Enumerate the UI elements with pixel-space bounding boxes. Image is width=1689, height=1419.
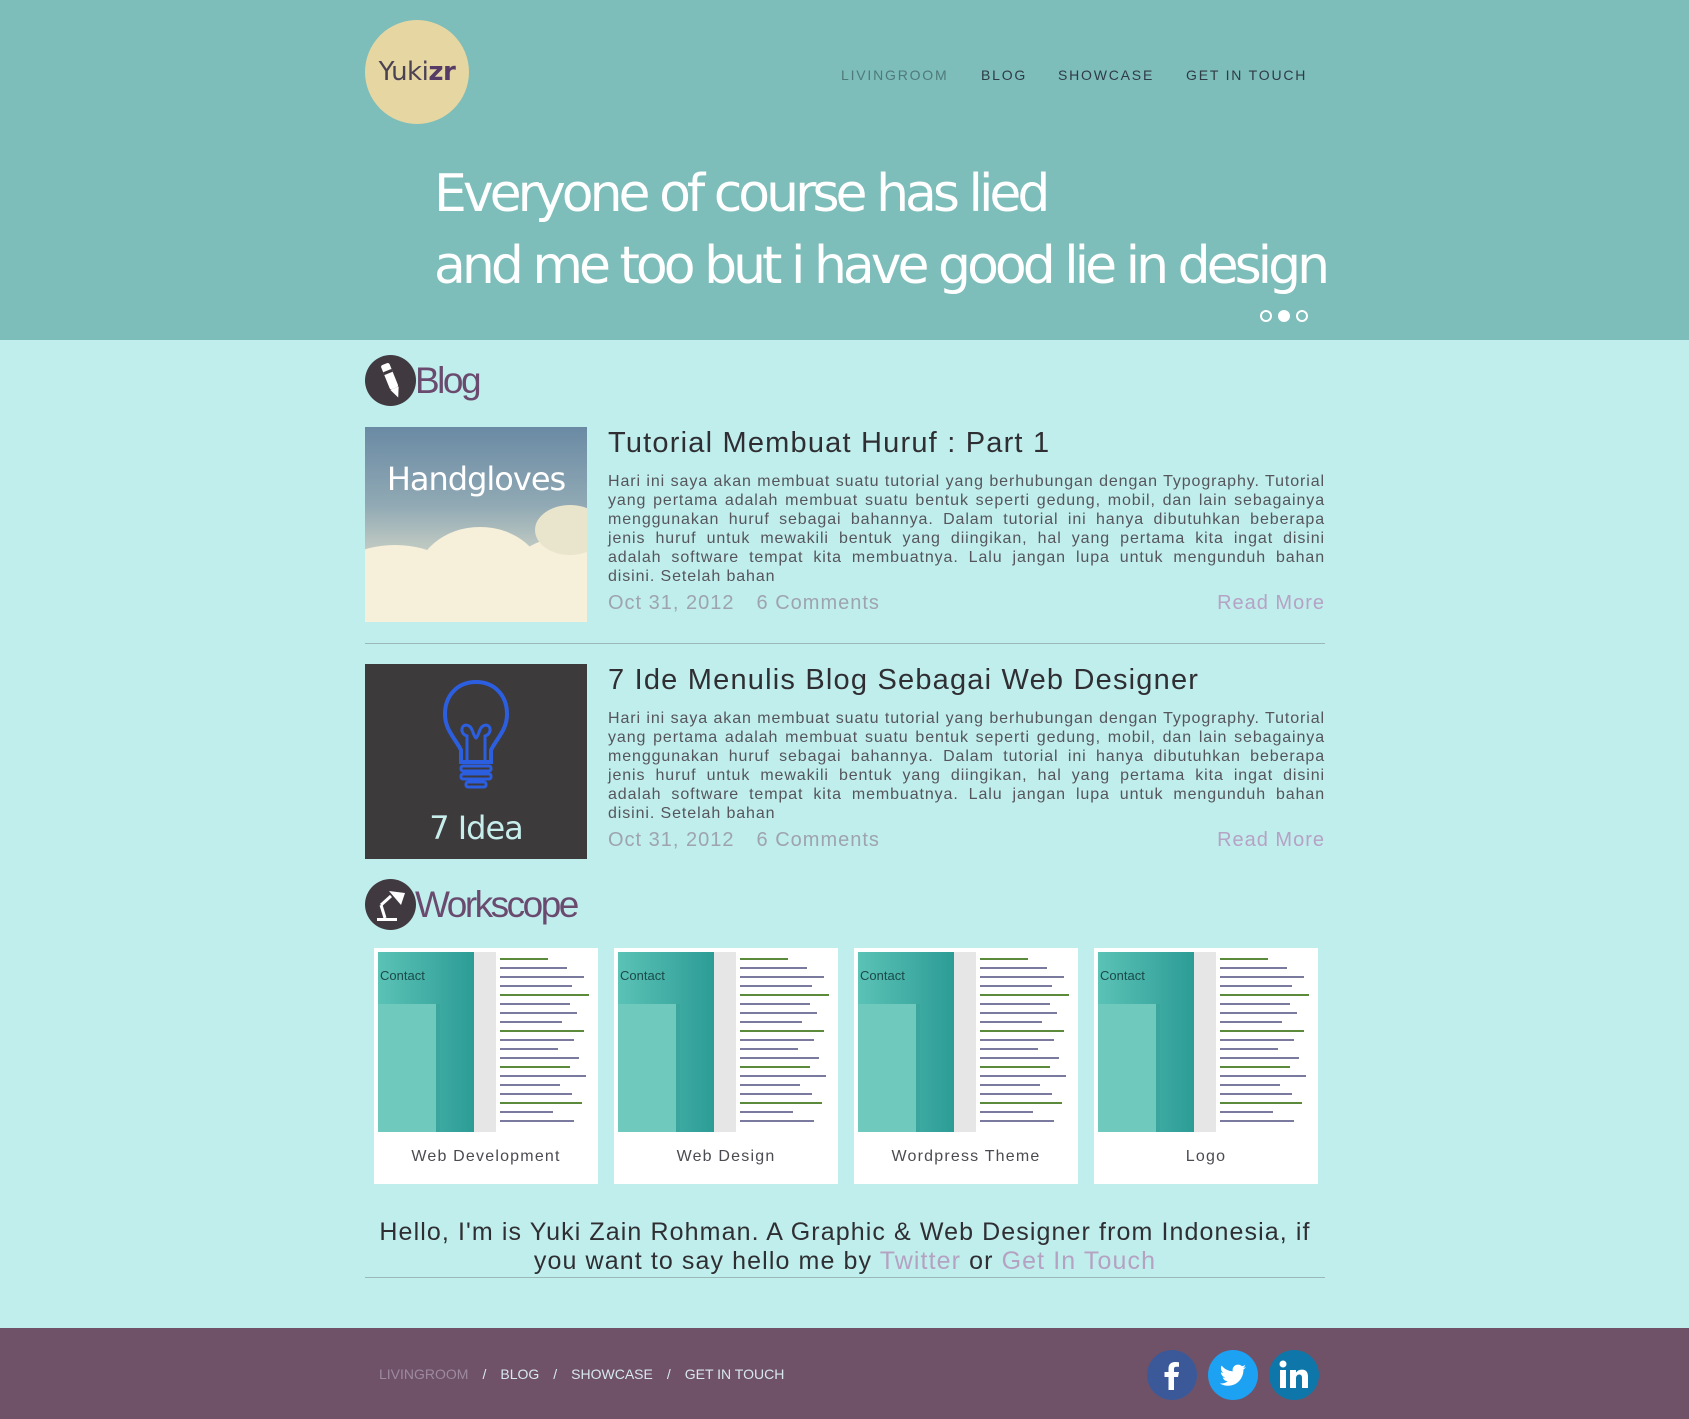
workscope-item[interactable]: Contact Web Development — [374, 948, 598, 1184]
nav-item-get-in-touch[interactable]: GET IN TOUCH — [1186, 67, 1307, 83]
intro-divider — [365, 1277, 1325, 1278]
blog-section-title: Blog — [415, 359, 482, 401]
intro-text: Hello, I'm is Yuki Zain Rohman. A Graphi… — [365, 1218, 1325, 1276]
workscope-item[interactable]: Contact Web Design — [614, 948, 838, 1184]
post-comments-link[interactable]: 6 Comments — [757, 592, 880, 614]
workscope-label: Wordpress Theme — [891, 1148, 1041, 1165]
footer-nav-showcase[interactable]: SHOWCASE — [571, 1366, 653, 1382]
read-more-link[interactable]: Read More — [1217, 592, 1325, 615]
post-date: Oct 31, 2012 — [608, 592, 735, 614]
intro-text-or: or — [969, 1247, 994, 1275]
workscope-screenshot: Contact — [1098, 952, 1314, 1132]
workscope-label: Web Development — [411, 1148, 561, 1165]
footer-nav-separator: / — [482, 1366, 487, 1382]
post-title-link[interactable]: Tutorial Membuat Huruf : Part 1 — [608, 427, 1050, 460]
read-more-link[interactable]: Read More — [1217, 829, 1325, 852]
nav-item-showcase[interactable]: SHOWCASE — [1058, 67, 1154, 83]
post-date: Oct 31, 2012 — [608, 829, 735, 851]
pen-icon — [365, 355, 416, 406]
post-thumbnail[interactable]: Handgloves — [365, 427, 587, 622]
hero-tagline: Everyone of course has lied and me too b… — [434, 158, 1330, 302]
desk-lamp-icon — [365, 879, 416, 930]
post-thumbnail[interactable]: 7 Idea — [365, 664, 587, 859]
site-footer: LIVINGROOM / BLOG / SHOWCASE / GET IN TOUCH — [0, 1328, 1689, 1419]
thumbnail-caption: Handgloves — [386, 460, 566, 498]
screenshot-contact-text: Contact — [1100, 968, 1145, 983]
slider-dots — [1260, 310, 1308, 322]
thumbnail-caption: 7 Idea — [429, 809, 524, 847]
workscope-screenshot: Contact — [858, 952, 1074, 1132]
screenshot-contact-text: Contact — [860, 968, 905, 983]
twitter-link[interactable]: Twitter — [880, 1247, 961, 1275]
footer-nav-separator: / — [666, 1366, 671, 1382]
footer-nav-separator: / — [553, 1366, 558, 1382]
nav-item-blog[interactable]: BLOG — [981, 67, 1027, 83]
post-excerpt: Hari ini saya akan membuat suatu tutoria… — [608, 710, 1325, 822]
post-excerpt: Hari ini saya akan membuat suatu tutoria… — [608, 473, 1325, 585]
blog-section-header: Blog — [365, 355, 482, 406]
post-meta: Oct 31, 2012 6 Comments — [608, 829, 880, 852]
get-in-touch-link[interactable]: Get In Touch — [1002, 1247, 1157, 1275]
nav-item-livingroom[interactable]: LIVINGROOM — [841, 67, 948, 83]
footer-nav-get-in-touch[interactable]: GET IN TOUCH — [685, 1366, 785, 1382]
workscope-section-title: Workscope — [415, 883, 579, 925]
post-title-link[interactable]: 7 Ide Menulis Blog Sebagai Web Designer — [608, 664, 1199, 697]
intro-text-start: Hello, I'm is Yuki Zain Rohman. A Graphi… — [379, 1218, 1311, 1275]
slider-dot-3[interactable] — [1296, 310, 1308, 322]
workscope-item[interactable]: Contact Logo — [1094, 948, 1318, 1184]
blog-post: 7 Idea 7 Ide Menulis Blog Sebagai Web De… — [365, 664, 1325, 859]
facebook-icon[interactable] — [1147, 1350, 1197, 1400]
workscope-label: Web Design — [676, 1148, 776, 1165]
footer-nav-livingroom[interactable]: LIVINGROOM — [379, 1366, 468, 1382]
hero-header: Yuki zr LIVINGROOM BLOG SHOWCASE GET IN T… — [0, 0, 1689, 340]
slider-dot-2[interactable] — [1278, 310, 1290, 322]
lightbulb-icon — [442, 679, 510, 789]
blog-post: Handgloves Tutorial Membuat Huruf : Part… — [365, 427, 1325, 622]
tagline-line-1: Everyone of course has lied — [434, 164, 1050, 224]
workscope-item[interactable]: Contact Wordpress Theme — [854, 948, 1078, 1184]
footer-nav-blog[interactable]: BLOG — [500, 1366, 539, 1382]
workscope-label: Logo — [1185, 1148, 1227, 1165]
twitter-icon[interactable] — [1208, 1350, 1258, 1400]
tagline-line-2: and me too but i have good lie in design — [434, 236, 1330, 296]
slider-dot-1[interactable] — [1260, 310, 1272, 322]
workscope-section-header: Workscope — [365, 879, 579, 930]
workscope-screenshot: Contact — [618, 952, 834, 1132]
screenshot-contact-text: Contact — [620, 968, 665, 983]
post-comments-link[interactable]: 6 Comments — [757, 829, 880, 851]
post-meta: Oct 31, 2012 6 Comments — [608, 592, 880, 615]
screenshot-contact-text: Contact — [380, 968, 425, 983]
linkedin-icon[interactable] — [1269, 1350, 1319, 1400]
workscope-screenshot: Contact — [378, 952, 594, 1132]
main-nav: LIVINGROOM BLOG SHOWCASE GET IN TOUCH — [0, 67, 1689, 87]
footer-nav: LIVINGROOM / BLOG / SHOWCASE / GET IN TOUCH — [379, 1366, 784, 1382]
post-divider — [365, 643, 1325, 644]
